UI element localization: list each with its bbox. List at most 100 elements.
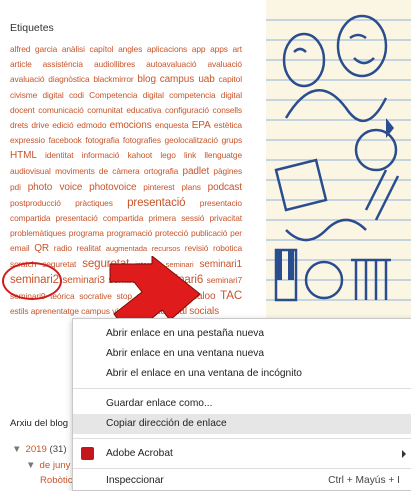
menu-item-adobe-acrobat[interactable]: Adobe Acrobat — [73, 444, 411, 464]
tag-link[interactable]: photo voice — [28, 182, 83, 193]
tag-link[interactable]: educativa — [126, 105, 161, 115]
tag-link[interactable]: drive — [31, 120, 49, 130]
tag-link[interactable]: pàgines — [213, 166, 242, 176]
expand-arrow-icon[interactable]: ▼ — [26, 460, 36, 471]
tag-link[interactable]: presentacio — [200, 198, 242, 208]
tag-link[interactable]: competencia — [169, 90, 215, 100]
tag-link[interactable]: protecció — [155, 228, 188, 238]
menu-item-open-incognito[interactable]: Abrir el enlace en una ventana de incógn… — [73, 364, 411, 384]
tag-link[interactable]: diagnòstica — [48, 74, 89, 84]
tag-link[interactable]: consells — [213, 105, 243, 115]
tag-link[interactable]: apps — [210, 44, 228, 54]
tag-link[interactable]: digital — [143, 90, 164, 100]
tag-link[interactable]: lego — [160, 150, 176, 160]
tag-link[interactable]: aprenentatge — [31, 306, 79, 316]
tag-link[interactable]: HTML — [10, 150, 37, 161]
tag-link[interactable]: enquesta — [155, 120, 189, 130]
tag-link[interactable]: sessió — [181, 213, 204, 223]
menu-item-open-new-tab[interactable]: Abrir enlace en una pestaña nueva — [73, 324, 411, 344]
tag-link[interactable]: pràctiques — [75, 198, 113, 208]
tag-link[interactable]: edició — [52, 120, 73, 130]
archive-year[interactable]: 2019 — [26, 444, 47, 455]
expand-arrow-icon[interactable]: ▼ — [12, 444, 22, 455]
tag-link[interactable]: art — [232, 44, 242, 54]
tag-link[interactable]: Competencia — [89, 90, 137, 100]
tag-link[interactable]: moviments — [55, 166, 95, 176]
tag-link[interactable]: geolocalització — [165, 135, 219, 145]
tag-link[interactable]: comunitat — [87, 105, 123, 115]
tag-link[interactable]: privacitat — [209, 213, 242, 223]
archive-year-item[interactable]: ▼ 2019 (31) — [12, 444, 67, 455]
menu-item-copy-link-address[interactable]: Copiar dirección de enlace — [73, 414, 411, 434]
tag-link[interactable]: augmentada — [106, 244, 147, 253]
archive-month[interactable]: de juny — [40, 460, 71, 471]
tag-link[interactable]: compartida — [103, 213, 144, 223]
tag-link[interactable]: TAC — [220, 290, 242, 302]
tag-link[interactable]: avaluació — [207, 59, 242, 69]
archive-month-item[interactable]: ▼ de juny — [26, 460, 70, 471]
tag-link[interactable]: estètica — [214, 120, 242, 130]
menu-item-open-new-window[interactable]: Abrir enlace en una ventana nueva — [73, 344, 411, 364]
tag-link[interactable]: blackmirror — [93, 74, 133, 84]
tag-link[interactable]: problemàtiques — [10, 228, 66, 238]
tag-link[interactable]: ortografia — [144, 166, 178, 176]
tag-link[interactable]: realitat — [77, 243, 101, 253]
tag-link[interactable]: llenguatge — [204, 150, 242, 160]
tag-link[interactable]: estils — [10, 306, 29, 316]
tag-link[interactable]: anàlisi — [62, 44, 85, 54]
tag-link[interactable]: civisme — [10, 90, 37, 100]
tag-link[interactable]: identitat — [45, 150, 74, 160]
tag-link[interactable]: robotica — [213, 243, 242, 253]
tag-link[interactable]: de — [99, 166, 108, 176]
tag-link[interactable]: digital — [42, 90, 63, 100]
tag-link[interactable]: plans — [181, 182, 201, 192]
tag-link[interactable]: article — [10, 59, 32, 69]
tag-link[interactable]: docent — [10, 105, 35, 115]
tag-link[interactable]: programació — [107, 228, 153, 238]
tag-link[interactable]: avaluació — [10, 74, 45, 84]
tag-link[interactable]: configuració — [165, 105, 209, 115]
tag-link[interactable]: facebook — [49, 135, 82, 145]
tag-link[interactable]: email — [10, 243, 30, 253]
tag-link[interactable]: informació — [82, 150, 120, 160]
tag-link[interactable]: presentació — [56, 213, 98, 223]
tag-link[interactable]: compartida — [10, 213, 51, 223]
tag-link[interactable]: postproducció — [10, 198, 61, 208]
tag-link[interactable]: fotografies — [123, 135, 161, 145]
menu-item-save-link[interactable]: Guardar enlace como... — [73, 394, 411, 414]
tag-link[interactable]: fotografia — [85, 135, 119, 145]
tag-link[interactable]: grups — [222, 135, 243, 145]
tag-link[interactable]: alfred garcia — [10, 44, 57, 54]
tag-link[interactable]: QR — [34, 243, 49, 254]
tag-link[interactable]: padlet — [183, 166, 210, 177]
tag-link[interactable]: codi — [69, 90, 84, 100]
tag-link[interactable]: seminari3 — [62, 275, 105, 286]
tag-link[interactable]: pinterest — [143, 182, 174, 192]
tag-link[interactable]: per — [230, 228, 242, 238]
tag-link[interactable]: càmera — [112, 166, 139, 176]
tag-link[interactable]: assistència — [43, 59, 83, 69]
tag-link[interactable]: capitol — [218, 74, 242, 84]
tag-link[interactable]: primera — [148, 213, 176, 223]
tag-link[interactable]: blog — [137, 74, 156, 85]
tag-link[interactable]: audiollibres — [94, 59, 135, 69]
tag-link[interactable]: expressio — [10, 135, 45, 145]
tag-link[interactable]: aplicacions — [147, 44, 187, 54]
tag-link[interactable]: edmodo — [77, 120, 107, 130]
tag-link[interactable]: recursos — [152, 244, 180, 253]
tag-link[interactable]: EPA — [192, 120, 211, 131]
tag-link[interactable]: programa — [69, 228, 104, 238]
tag-link[interactable]: comunicació — [38, 105, 84, 115]
tag-link[interactable]: presentació — [127, 197, 185, 209]
tag-link[interactable]: campus uab — [160, 74, 215, 85]
tag-link[interactable]: link — [184, 150, 196, 160]
tag-link[interactable]: angles — [118, 44, 142, 54]
tag-link[interactable]: autoavaluació — [146, 59, 196, 69]
tag-link[interactable]: publicació — [191, 228, 227, 238]
tag-link[interactable]: app — [192, 44, 206, 54]
tag-link[interactable]: pdi — [10, 182, 21, 192]
menu-item-inspect[interactable]: Inspeccionar Ctrl + Mayús + I — [73, 471, 411, 491]
tag-link[interactable]: emocions — [110, 120, 152, 131]
tag-link[interactable]: photovoice — [89, 182, 136, 193]
tag-link[interactable]: digital — [221, 90, 242, 100]
